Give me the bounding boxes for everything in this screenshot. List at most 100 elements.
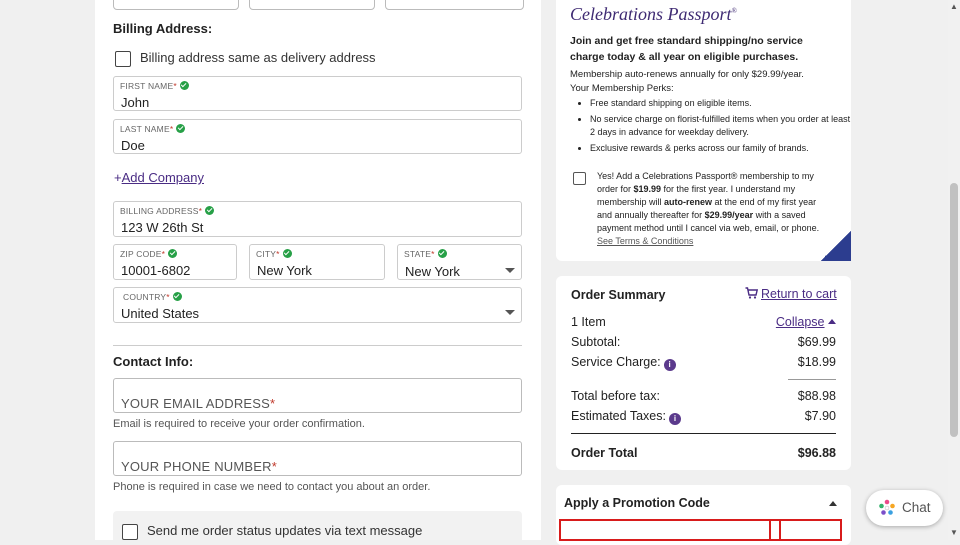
zip-code-value: 10001-6802 — [121, 263, 191, 278]
perk-item: Exclusive rewards & perks across our fam… — [590, 142, 852, 155]
page-scrollbar[interactable]: ▲ ▼ — [948, 0, 960, 540]
collapse-toggle[interactable]: Collapse — [776, 315, 836, 329]
valid-check-icon — [168, 249, 178, 258]
phone-help-text: Phone is required in case we need to con… — [113, 481, 431, 493]
passport-optin-checkbox[interactable] — [573, 172, 586, 185]
first-name-label: FIRST NAME* — [120, 81, 189, 91]
chat-label: Chat — [902, 500, 931, 515]
return-to-cart-label: Return to cart — [761, 287, 837, 301]
first-name-value: John — [121, 95, 150, 110]
order-summary-card — [556, 276, 851, 470]
sms-optin-label: Send me order status updates via text me… — [147, 523, 423, 538]
valid-check-icon — [437, 249, 447, 258]
subtotal-row: Subtotal: $69.99 — [571, 335, 836, 349]
last-name-value: Doe — [121, 138, 145, 153]
chat-button[interactable]: Chat — [866, 490, 943, 526]
email-field[interactable]: YOUR EMAIL ADDRESS* — [113, 378, 522, 413]
city-field[interactable]: CITY* New York — [249, 244, 385, 280]
service-charge-amount: $18.99 — [797, 355, 836, 369]
chevron-down-icon — [505, 268, 515, 273]
exp-month-select[interactable] — [113, 0, 239, 10]
cart-icon — [745, 287, 759, 299]
section-divider — [113, 345, 522, 346]
subtotal-amount: $69.99 — [797, 335, 836, 349]
valid-check-icon — [179, 81, 189, 90]
billing-address-value: 123 W 26th St — [121, 220, 204, 235]
same-as-delivery-label: Billing address same as delivery address — [140, 50, 376, 65]
valid-check-icon — [172, 292, 182, 301]
chevron-up-icon — [828, 319, 836, 324]
city-value: New York — [257, 263, 312, 278]
scroll-down-icon[interactable]: ▼ — [950, 528, 958, 537]
passport-headline: Join and get free standard shipping/no s… — [570, 35, 804, 80]
item-count-row: 1 Item Collapse — [571, 315, 836, 329]
state-select[interactable]: STATE* New York — [397, 244, 522, 280]
passport-optin-text: Yes! Add a Celebrations Passport® member… — [597, 171, 820, 246]
total-divider — [571, 433, 836, 434]
sms-optin-checkbox[interactable] — [122, 524, 138, 540]
promo-title: Apply a Promotion Code — [564, 496, 710, 510]
chevron-down-icon — [505, 310, 515, 315]
zip-code-label: ZIP CODE* — [120, 249, 178, 259]
taxes-amount: $7.90 — [804, 409, 836, 423]
service-charge-row: Service Charge: i $18.99 — [571, 355, 836, 371]
service-charge-label: Service Charge: — [571, 355, 661, 369]
before-tax-label: Total before tax: — [571, 389, 660, 403]
last-name-label: LAST NAME* — [120, 124, 186, 134]
subtotal-label: Subtotal: — [571, 335, 621, 349]
cvv-field[interactable] — [385, 0, 524, 10]
collapse-label: Collapse — [775, 315, 825, 329]
order-total-row: Order Total $96.88 — [571, 446, 836, 460]
scroll-up-icon[interactable]: ▲ — [950, 2, 958, 11]
billing-address-label: BILLING ADDRESS* — [120, 206, 215, 216]
first-name-field[interactable]: FIRST NAME* John — [113, 76, 522, 111]
perk-item: Free standard shipping on eligible items… — [590, 97, 852, 110]
contact-heading: Contact Info: — [113, 354, 194, 369]
valid-check-icon — [205, 206, 215, 215]
add-company-label: Add Company — [121, 170, 204, 185]
promo-apply-button[interactable] — [779, 519, 842, 541]
country-label: COUNTRY* — [123, 292, 182, 302]
return-to-cart-link[interactable]: Return to cart — [745, 287, 837, 301]
item-count: 1 Item — [571, 315, 606, 329]
order-total-amount: $96.88 — [797, 446, 836, 460]
zip-code-field[interactable]: ZIP CODE* 10001-6802 — [113, 244, 237, 280]
last-name-field[interactable]: LAST NAME* Doe — [113, 119, 522, 154]
country-value: United States — [121, 306, 200, 321]
country-select[interactable]: COUNTRY* United States — [113, 287, 522, 323]
before-tax-amount: $88.98 — [797, 389, 836, 403]
phone-field[interactable]: YOUR PHONE NUMBER* — [113, 441, 522, 476]
terms-link[interactable]: See Terms & Conditions — [597, 236, 693, 246]
billing-heading: Billing Address: — [113, 21, 213, 36]
taxes-label: Estimated Taxes: — [571, 409, 666, 423]
promo-code-input[interactable] — [559, 519, 771, 541]
plus-icon: + — [114, 170, 122, 185]
perk-item: No service charge on florist-fulfilled i… — [590, 113, 852, 139]
info-icon[interactable]: i — [668, 413, 681, 425]
same-as-delivery-checkbox[interactable] — [115, 51, 131, 67]
add-company-link[interactable]: +Add Company — [114, 170, 204, 185]
billing-address-field[interactable]: BILLING ADDRESS* 123 W 26th St — [113, 201, 522, 237]
scrollbar-thumb[interactable] — [950, 183, 958, 437]
info-icon[interactable]: i — [663, 359, 676, 371]
valid-check-icon — [282, 249, 292, 258]
passport-logo: Celebrations Passport® — [570, 4, 737, 24]
phone-placeholder: YOUR PHONE NUMBER* — [121, 459, 278, 474]
chat-flower-icon — [879, 499, 895, 515]
email-placeholder: YOUR EMAIL ADDRESS* — [121, 396, 276, 411]
before-tax-row: Total before tax: $88.98 — [571, 389, 836, 403]
order-total-label: Order Total — [571, 446, 638, 460]
perks-list: Free standard shipping on eligible items… — [578, 97, 852, 158]
city-label: CITY* — [256, 249, 292, 259]
perks-title: Your Membership Perks: — [570, 83, 674, 94]
exp-year-select[interactable] — [249, 0, 375, 10]
chevron-up-icon[interactable] — [829, 501, 837, 506]
taxes-row: Estimated Taxes: i $7.90 — [571, 409, 836, 425]
subtotal-divider — [788, 379, 836, 380]
valid-check-icon — [176, 124, 186, 133]
email-help-text: Email is required to receive your order … — [113, 418, 365, 430]
state-label: STATE* — [404, 249, 447, 259]
state-value: New York — [405, 264, 460, 279]
corner-ribbon — [820, 231, 851, 261]
order-summary-title: Order Summary — [571, 288, 666, 302]
